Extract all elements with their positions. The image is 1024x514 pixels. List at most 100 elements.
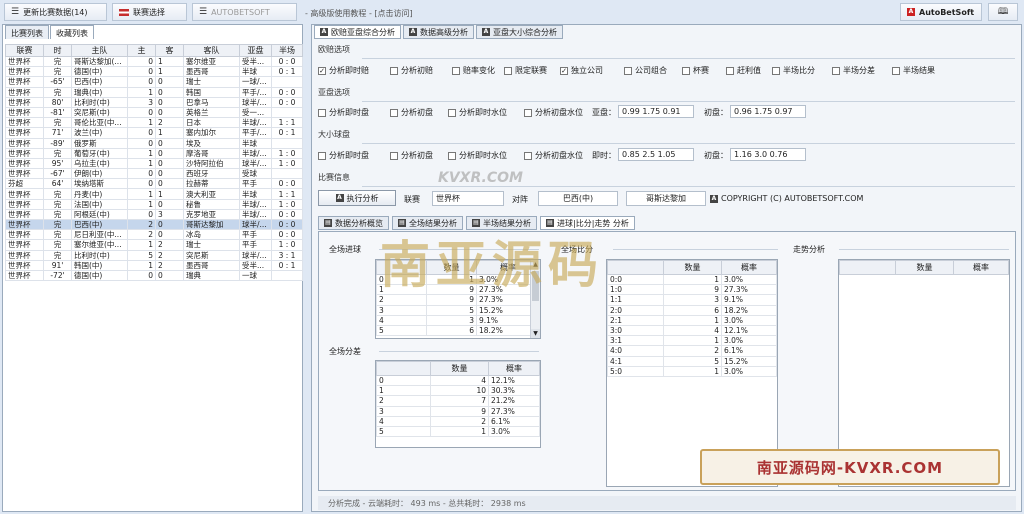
col-header[interactable]: 时 [43,44,72,57]
checkbox[interactable] [448,151,456,160]
table-row[interactable]: 4 3 9.1% [376,314,540,326]
table-row[interactable]: 3 5 15.2% [376,304,540,316]
autobetsoft-button[interactable]: ☰ AUTOBETSOFT [192,3,297,21]
table-row[interactable]: 3 9 27.3% [376,405,540,417]
col-header[interactable]: 亚盘 [239,44,272,57]
table-row[interactable]: 0 4 12.1% [376,374,540,387]
col-header[interactable]: 数量 [895,260,954,275]
table-row[interactable]: 芬超 64' 埃纳塔斯 0 0 拉赫蒂 平手 0 : 0 [5,178,303,190]
table-row[interactable]: 世界杯完哥斯达黎加(... 0 1 塞尔维亚 受半... 0 : 0 [5,55,303,68]
checkbox[interactable] [726,66,734,75]
away-team-field[interactable]: 哥斯达黎加 [626,191,706,206]
ou-init-input[interactable]: 1.16 3.0 0.76 [730,148,806,161]
table-row[interactable]: 世界杯完巴西(中) 2 0 哥斯达黎加 球半/... 0 : 0 [5,218,303,231]
table-row[interactable]: 1 10 30.3% [376,385,540,397]
table-row[interactable]: 2 7 21.2% [376,395,540,407]
checkbox[interactable] [390,66,398,75]
asia-option[interactable]: 分析初盘 [390,107,433,118]
asia-option[interactable]: 分析初盘水位 [524,107,583,118]
euro-option[interactable]: 杯赛 [682,65,709,76]
checkbox[interactable] [524,108,532,117]
asia-now-input[interactable]: 0.99 1.75 0.91 [618,105,694,118]
table-row[interactable]: 世界杯 80' 比利时(中) 3 0 巴拿马 球半/... 0 : 0 [5,96,303,108]
euro-option[interactable]: ✓ 分析即时赔 [318,65,369,76]
tab-goals-score-trend[interactable]: ▤ 进球|比分|走势 分析 [540,216,635,230]
euro-option[interactable]: 半场比分 [772,65,815,76]
league-select-button[interactable]: 联赛选择 [112,3,187,21]
table-row[interactable]: 世界杯完比利时(中) 5 2 突尼斯 球半/... 3 : 1 [5,249,303,261]
table-row[interactable]: 3:0 4 12.1% [607,324,777,337]
asia-option[interactable]: 分析即时水位 [448,107,507,118]
table-row[interactable]: 世界杯完法国(中) 1 0 秘鲁 半球/... 1 : 0 [5,198,303,210]
tab-overview[interactable]: ▤ 数据分析概览 [318,216,389,230]
table-row[interactable]: 1 9 27.3% [376,284,540,296]
table-row[interactable]: 世界杯完哥伦比亚(中... 1 2 日本 半球/... 1 : 1 [5,117,303,129]
tab-favorites[interactable]: 收藏列表 [50,25,94,39]
table-row[interactable]: 0:0 1 3.0% [607,273,777,286]
table-row[interactable]: 世界杯 -81' 突尼斯(中) 0 0 英格兰 受一... [5,106,303,119]
tab-advanced[interactable]: A 数据高级分析 [403,25,474,39]
update-data-button[interactable]: ☰ 更新比赛数据(14) [4,3,107,21]
table-row[interactable]: 世界杯完丹麦(中) 1 1 澳大利亚 半球 1 : 1 [5,188,303,200]
checkbox[interactable]: ✓ [318,66,326,75]
goals-scrollbar[interactable]: ▲ ▼ [530,260,540,338]
col-header[interactable] [839,260,896,275]
col-header[interactable]: 概率 [488,361,540,376]
ou-option[interactable]: 分析即时盘 [318,150,369,161]
scroll-down-icon[interactable]: ▼ [531,329,540,338]
checkbox[interactable] [452,66,460,75]
col-header[interactable] [376,361,431,376]
euro-option[interactable]: 公司组合 [624,65,667,76]
table-row[interactable]: 世界杯完德国(中) 0 1 墨西哥 半球 0 : 1 [5,66,303,78]
col-header[interactable]: 主 [127,44,156,57]
table-row[interactable]: 世界杯 -89' 俄罗斯 0 0 埃及 半球 [5,137,303,149]
asia-option[interactable]: 分析即时盘 [318,107,369,118]
euro-option[interactable]: 限定联赛 [504,65,547,76]
table-row[interactable]: 世界杯完尼日利亚(中... 2 0 冰岛 平手 0 : 0 [5,229,303,241]
table-row[interactable]: 世界杯完葡萄牙(中) 1 0 摩洛哥 半球/... 1 : 0 [5,147,303,159]
table-row[interactable]: 世界杯 -65' 巴西(中) 0 0 瑞士 一球/... [5,76,303,88]
col-header[interactable]: 数量 [426,260,477,275]
euro-option[interactable]: 赔率变化 [452,65,495,76]
checkbox[interactable] [524,151,532,160]
euro-option[interactable]: 半场分差 [832,65,875,76]
table-row[interactable]: 2:1 1 3.0% [607,314,777,326]
col-header[interactable] [376,260,427,275]
col-header[interactable]: 主队 [71,44,128,57]
tab-half-result[interactable]: ▤ 半场结果分析 [466,216,537,230]
ou-option[interactable]: 分析初盘 [390,150,433,161]
home-team-field[interactable]: 巴西(中) [538,191,618,206]
checkbox[interactable] [504,66,512,75]
asia-init-input[interactable]: 0.96 1.75 0.97 [730,105,806,118]
table-row[interactable]: 1:1 3 9.1% [607,294,777,306]
tab-match-list[interactable]: 比赛列表 [5,25,49,39]
table-row[interactable]: 5 1 3.0% [376,425,540,438]
col-header[interactable]: 概率 [721,260,777,275]
col-header[interactable]: 数量 [430,361,489,376]
checkbox[interactable] [892,66,900,75]
table-row[interactable]: 4:0 2 6.1% [607,345,777,357]
checkbox[interactable]: ✓ [560,66,568,75]
brand-button[interactable]: A AutoBetSoft [900,3,982,21]
col-header[interactable]: 联赛 [5,44,44,57]
col-header[interactable]: 数量 [663,260,722,275]
checkbox[interactable] [448,108,456,117]
col-header[interactable]: 半场 [271,44,303,57]
euro-option[interactable]: 赶利值 [726,65,761,76]
table-row[interactable]: 3:1 1 3.0% [607,335,777,347]
checkbox[interactable] [624,66,632,75]
table-row[interactable]: 世界杯完瑞典(中) 1 0 韩国 平手/... 0 : 0 [5,86,303,98]
col-header[interactable]: 客 [155,44,184,57]
execute-analysis-button[interactable]: A 执行分析 [318,190,396,206]
scroll-up-icon[interactable]: ▲ [531,260,540,269]
league-field[interactable]: 世界杯 [432,191,504,206]
table-row[interactable]: 1:0 9 27.3% [607,284,777,296]
ou-option[interactable]: 分析初盘水位 [524,150,583,161]
tutorial-link[interactable]: - 高级版使用教程 - [点击访问] [305,8,413,19]
tab-asia-ou[interactable]: A 亚盘大小综合分析 [476,25,563,39]
table-row[interactable]: 5:0 1 3.0% [607,365,777,377]
checkbox[interactable] [772,66,780,75]
checkbox[interactable] [318,151,326,160]
checkbox[interactable] [390,108,398,117]
checkbox[interactable] [832,66,840,75]
